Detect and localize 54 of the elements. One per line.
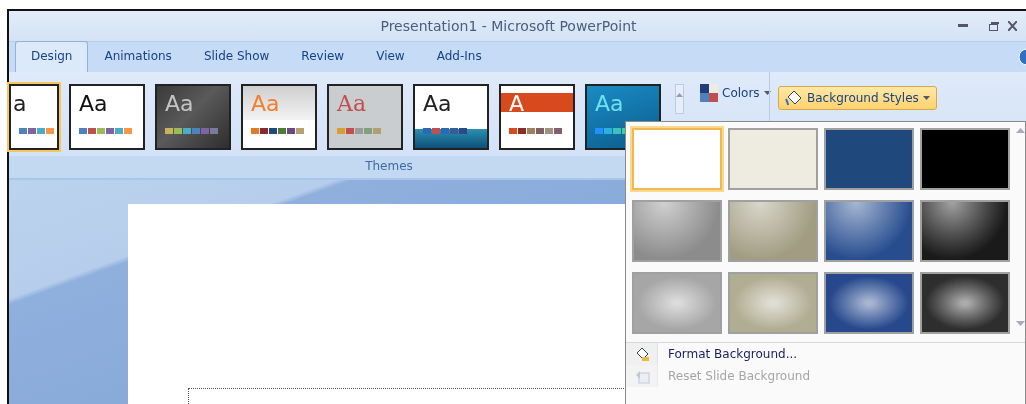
theme-sample-text: A xyxy=(509,92,525,117)
ribbon-tab[interactable]: Design xyxy=(15,41,89,72)
background-swatch[interactable] xyxy=(920,272,1010,334)
color-strip-icon xyxy=(423,128,468,134)
theme-thumbnail[interactable]: a xyxy=(9,84,59,150)
close-icon[interactable] xyxy=(1008,21,1017,31)
paint-bucket-icon xyxy=(785,90,803,106)
background-swatch[interactable] xyxy=(728,272,818,334)
theme-sample-text: a xyxy=(13,92,27,117)
background-swatch[interactable] xyxy=(632,200,722,262)
theme-sample-text: Aa xyxy=(337,92,366,117)
background-swatch[interactable] xyxy=(920,200,1010,262)
background-swatch[interactable] xyxy=(728,200,818,262)
background-swatch[interactable] xyxy=(824,200,914,262)
color-strip-icon xyxy=(165,128,219,134)
scroll-up-icon[interactable] xyxy=(1016,128,1025,133)
theme-thumbnail[interactable]: Aa xyxy=(69,84,145,150)
colors-button[interactable]: Colors xyxy=(700,84,771,102)
ribbon-tab[interactable]: Review xyxy=(285,41,361,72)
theme-sample-text: Aa xyxy=(79,92,108,117)
background-styles-button[interactable]: Background Styles xyxy=(778,86,937,110)
ribbon-tab[interactable]: Slide Show xyxy=(187,41,286,72)
help-icon[interactable] xyxy=(1018,48,1026,66)
color-strip-icon xyxy=(19,128,55,134)
ribbon-tab[interactable]: Animations xyxy=(88,41,188,72)
theme-sample-text: Aa xyxy=(595,92,624,117)
color-strip-icon xyxy=(251,128,305,134)
theme-thumbnail[interactable]: Aa xyxy=(413,84,489,150)
scroll-up-icon xyxy=(676,93,683,97)
restore-icon[interactable] xyxy=(987,21,999,31)
background-swatch[interactable] xyxy=(632,128,722,190)
theme-thumbnail[interactable]: Aa xyxy=(155,84,231,150)
minimize-icon[interactable] xyxy=(958,24,968,28)
caret-icon xyxy=(922,96,930,100)
theme-sample-text: Aa xyxy=(423,92,452,117)
scroll-down-icon[interactable] xyxy=(1016,321,1025,326)
color-strip-icon xyxy=(337,128,382,134)
color-strip-icon xyxy=(79,128,133,134)
background-swatch[interactable] xyxy=(920,128,1010,190)
colors-icon xyxy=(700,84,718,102)
background-swatch[interactable] xyxy=(824,128,914,190)
ribbon-tab[interactable]: Add-Ins xyxy=(420,41,498,72)
background-swatch[interactable] xyxy=(824,272,914,334)
window-title: Presentation1 - Microsoft PowerPoint xyxy=(379,16,638,36)
color-strip-icon xyxy=(509,128,563,134)
background-swatch[interactable] xyxy=(632,272,722,334)
background-swatch[interactable] xyxy=(728,128,818,190)
gallery-scroll-button[interactable] xyxy=(675,84,684,114)
ribbon-tab[interactable]: View xyxy=(360,41,421,72)
theme-sample-text: Aa xyxy=(165,92,194,117)
theme-sample-text: Aa xyxy=(251,92,280,117)
theme-thumbnail[interactable]: A xyxy=(499,84,575,150)
menu-item[interactable]: Format Background... xyxy=(626,343,1025,365)
caret-icon xyxy=(763,91,771,95)
